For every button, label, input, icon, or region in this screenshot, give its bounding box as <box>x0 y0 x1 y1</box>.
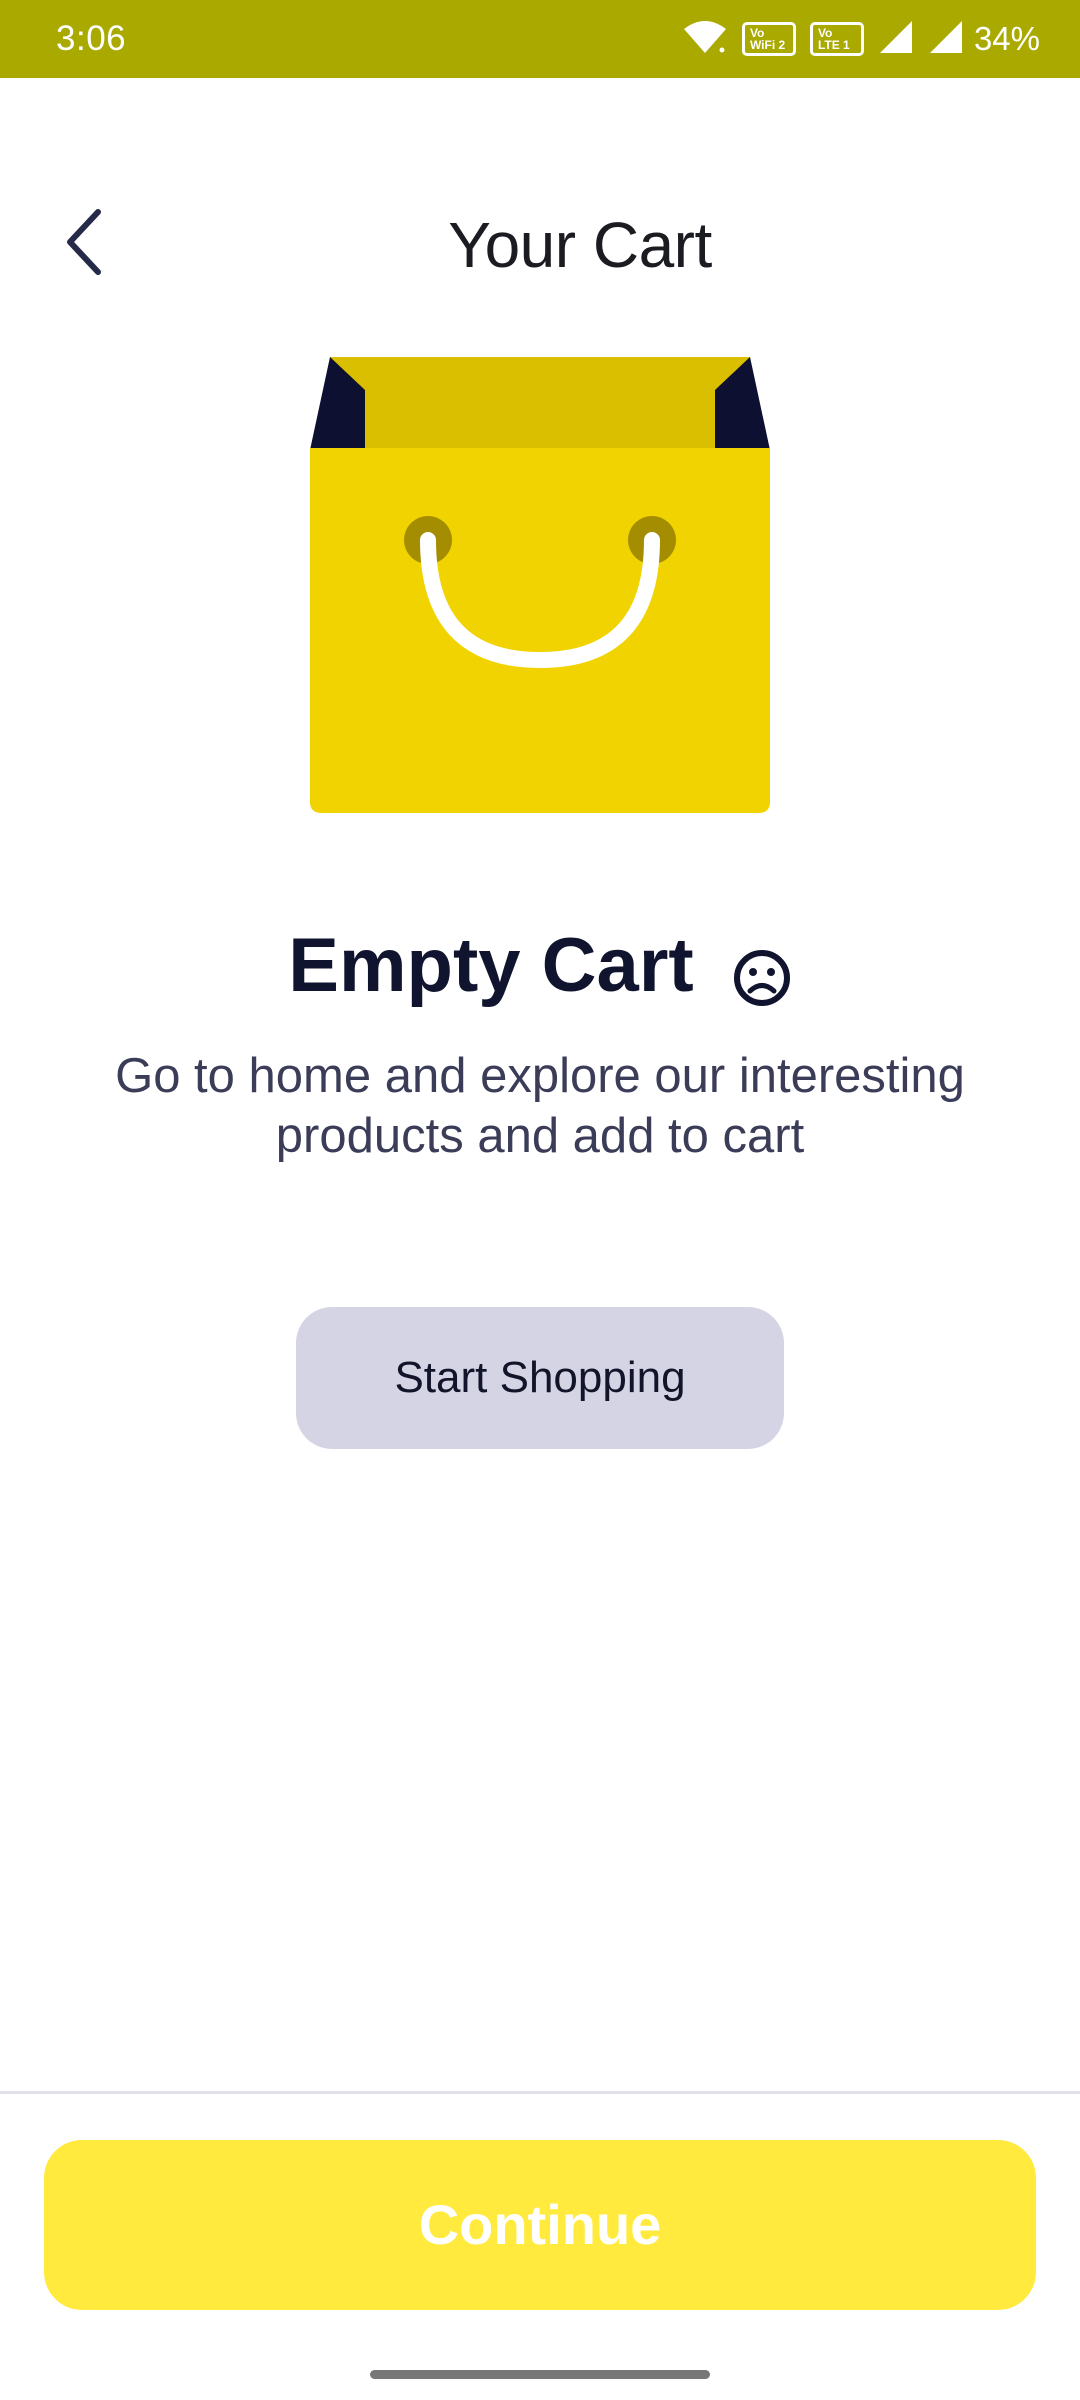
empty-cart-description: Go to home and explore our interesting p… <box>115 1049 965 1163</box>
bottom-divider <box>0 2091 1080 2094</box>
volte-badge-icon: Vo LTE 1 <box>809 22 864 56</box>
status-bar: 3:06 Vo WiFi 2 Vo LTE 1 34% <box>0 0 1080 78</box>
empty-cart-heading: Empty Cart <box>0 918 1080 1014</box>
status-icons: Vo WiFi 2 Vo LTE 1 34% <box>668 17 1040 61</box>
empty-cart-title: Empty Cart <box>288 923 694 1008</box>
cell-signal-icon <box>878 19 914 60</box>
home-indicator[interactable] <box>370 2370 710 2379</box>
shopping-bag-icon <box>300 355 780 825</box>
wifi-icon <box>682 19 728 60</box>
cell-signal-icon <box>928 19 964 60</box>
battery-text: 34% <box>973 20 1040 57</box>
page-title: Your Cart <box>448 209 712 281</box>
sad-face-icon <box>732 935 792 1006</box>
start-shopping-button[interactable]: Start Shopping <box>296 1307 784 1449</box>
vowifi-badge-icon: Vo WiFi 2 <box>741 22 796 56</box>
continue-button[interactable]: Continue <box>44 2140 1036 2310</box>
status-time: 3:06 <box>56 19 127 58</box>
